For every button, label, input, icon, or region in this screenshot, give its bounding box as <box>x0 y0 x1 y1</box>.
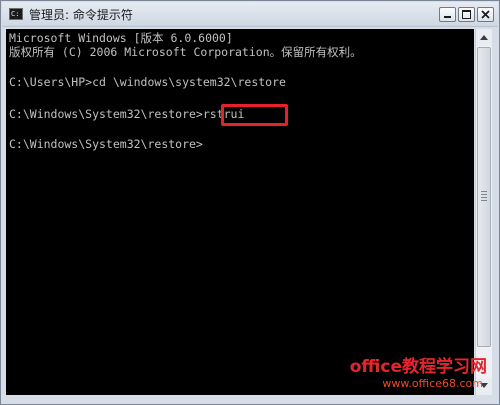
minimize-button[interactable] <box>439 7 456 22</box>
vertical-scrollbar[interactable] <box>475 29 492 395</box>
grip-line <box>481 197 487 198</box>
arrow-up-icon <box>480 35 488 40</box>
cmd-icon[interactable]: C: <box>9 8 23 20</box>
console-line-prompt: C:\Windows\System32\restore> <box>9 137 203 151</box>
command-highlight-box <box>221 104 288 126</box>
console-line: 版权所有 (C) 2006 Microsoft Corporation。保留所有… <box>9 45 362 59</box>
console-output[interactable]: Microsoft Windows [版本 6.0.6000] 版权所有 (C)… <box>6 29 474 395</box>
grip-line <box>481 200 487 201</box>
title-bar[interactable]: C: 管理员: 命令提示符 <box>2 2 498 27</box>
close-icon <box>481 10 490 19</box>
watermark-url: www.office68.com <box>382 377 483 390</box>
maximize-button[interactable] <box>458 7 475 22</box>
close-button[interactable] <box>477 7 494 22</box>
console-line: C:\Windows\System32\restore>rstrui <box>9 107 245 121</box>
window-title: 管理员: 命令提示符 <box>29 8 133 22</box>
console-line: C:\Users\HP>cd \windows\system32\restore <box>9 75 286 89</box>
command-prompt-window: C: 管理员: 命令提示符 Microsoft Windows [版本 6.0.… <box>0 0 500 405</box>
grip-line <box>481 194 487 195</box>
watermark-title: office教程学习网 <box>349 357 487 377</box>
scroll-up-button[interactable] <box>476 29 492 46</box>
grip-line <box>481 191 487 192</box>
scroll-thumb[interactable] <box>477 47 491 347</box>
console-line: Microsoft Windows [版本 6.0.6000] <box>9 31 233 45</box>
watermark: office教程学习网 www.office68.com <box>350 357 487 391</box>
